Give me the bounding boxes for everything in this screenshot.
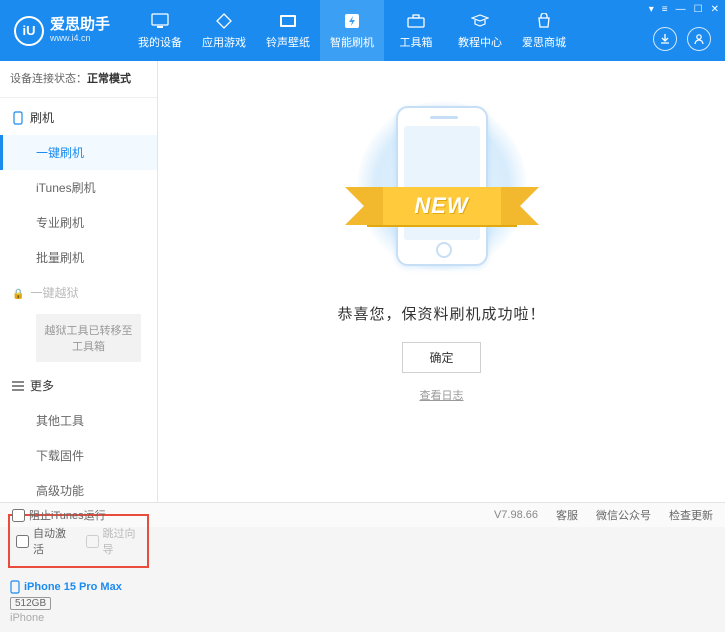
checkbox-block-itunes[interactable]: 阻止iTunes运行: [12, 507, 106, 523]
wallpaper-icon: [278, 12, 298, 30]
main-content: NEW 恭喜您，保资料刷机成功啦！ 确定 查看日志: [158, 61, 725, 502]
sidebar-item-itunes-flash[interactable]: iTunes刷机: [0, 170, 157, 205]
nav-toolbox[interactable]: 工具箱: [384, 0, 448, 61]
footer-link-update[interactable]: 检查更新: [669, 507, 713, 523]
sidebar-group-flash[interactable]: 刷机: [0, 100, 157, 135]
sidebar-item-batch-flash[interactable]: 批量刷机: [0, 240, 157, 275]
sidebar-item-pro-flash[interactable]: 专业刷机: [0, 205, 157, 240]
success-message: 恭喜您，保资料刷机成功啦！: [337, 303, 545, 324]
top-nav: 我的设备 应用游戏 铃声壁纸 智能刷机 工具箱 教程中心 爱思商城: [128, 0, 576, 61]
device-name[interactable]: iPhone 15 Pro Max: [10, 580, 147, 594]
apps-icon: [214, 12, 234, 30]
list-icon: [12, 381, 24, 391]
settings-icon[interactable]: ≡: [662, 4, 668, 15]
new-ribbon: NEW: [367, 187, 517, 225]
app-url: www.i4.cn: [50, 34, 110, 44]
phone-icon: [12, 111, 24, 125]
flash-icon: [342, 12, 362, 30]
nav-ringtone-wallpaper[interactable]: 铃声壁纸: [256, 0, 320, 61]
store-icon: [534, 12, 554, 30]
device-info: iPhone 15 Pro Max 512GB iPhone: [0, 574, 157, 632]
tutorial-icon: [470, 12, 490, 30]
footer-link-support[interactable]: 客服: [556, 507, 578, 523]
nav-apps-games[interactable]: 应用游戏: [192, 0, 256, 61]
nav-tutorial[interactable]: 教程中心: [448, 0, 512, 61]
app-name: 爱思助手: [50, 17, 110, 34]
minimize-icon[interactable]: —: [676, 4, 686, 15]
maximize-icon[interactable]: ☐: [694, 4, 703, 15]
footer-link-wechat[interactable]: 微信公众号: [596, 507, 651, 523]
close-icon[interactable]: ✕: [711, 4, 719, 15]
app-header: iU 爱思助手 www.i4.cn 我的设备 应用游戏 铃声壁纸 智能刷机 工具…: [0, 0, 725, 61]
window-controls: ▾ ≡ — ☐ ✕: [649, 4, 719, 15]
nav-my-device[interactable]: 我的设备: [128, 0, 192, 61]
view-log-link[interactable]: 查看日志: [420, 387, 464, 403]
logo-icon: iU: [14, 16, 44, 46]
device-small-icon: [10, 580, 20, 594]
device-icon: [150, 12, 170, 30]
menu-icon[interactable]: ▾: [649, 4, 654, 15]
success-illustration: NEW: [357, 91, 527, 281]
app-logo: iU 爱思助手 www.i4.cn: [0, 16, 120, 46]
jailbreak-note: 越狱工具已转移至工具箱: [36, 314, 141, 362]
sidebar-group-jailbreak: 一键越狱: [0, 275, 157, 310]
nav-store[interactable]: 爱思商城: [512, 0, 576, 61]
version-label: V7.98.66: [494, 509, 538, 521]
connection-status: 设备连接状态：正常模式: [0, 61, 157, 95]
download-button[interactable]: [653, 27, 677, 51]
sidebar-item-download-firmware[interactable]: 下载固件: [0, 438, 157, 473]
lock-icon: [12, 286, 24, 300]
toolbox-icon: [406, 12, 426, 30]
nav-smart-flash[interactable]: 智能刷机: [320, 0, 384, 61]
sidebar-group-more[interactable]: 更多: [0, 368, 157, 403]
sidebar-item-oneclick-flash[interactable]: 一键刷机: [0, 135, 157, 170]
storage-badge: 512GB: [10, 597, 51, 610]
user-button[interactable]: [687, 27, 711, 51]
checkbox-auto-activate[interactable]: 自动激活: [16, 525, 72, 557]
sidebar-item-advanced[interactable]: 高级功能: [0, 473, 157, 508]
checkbox-skip-guide[interactable]: 跳过向导: [86, 525, 142, 557]
device-type: iPhone: [10, 612, 147, 624]
sidebar: 设备连接状态：正常模式 刷机 一键刷机 iTunes刷机 专业刷机 批量刷机 一…: [0, 61, 158, 502]
confirm-button[interactable]: 确定: [402, 342, 480, 373]
sidebar-item-other-tools[interactable]: 其他工具: [0, 403, 157, 438]
